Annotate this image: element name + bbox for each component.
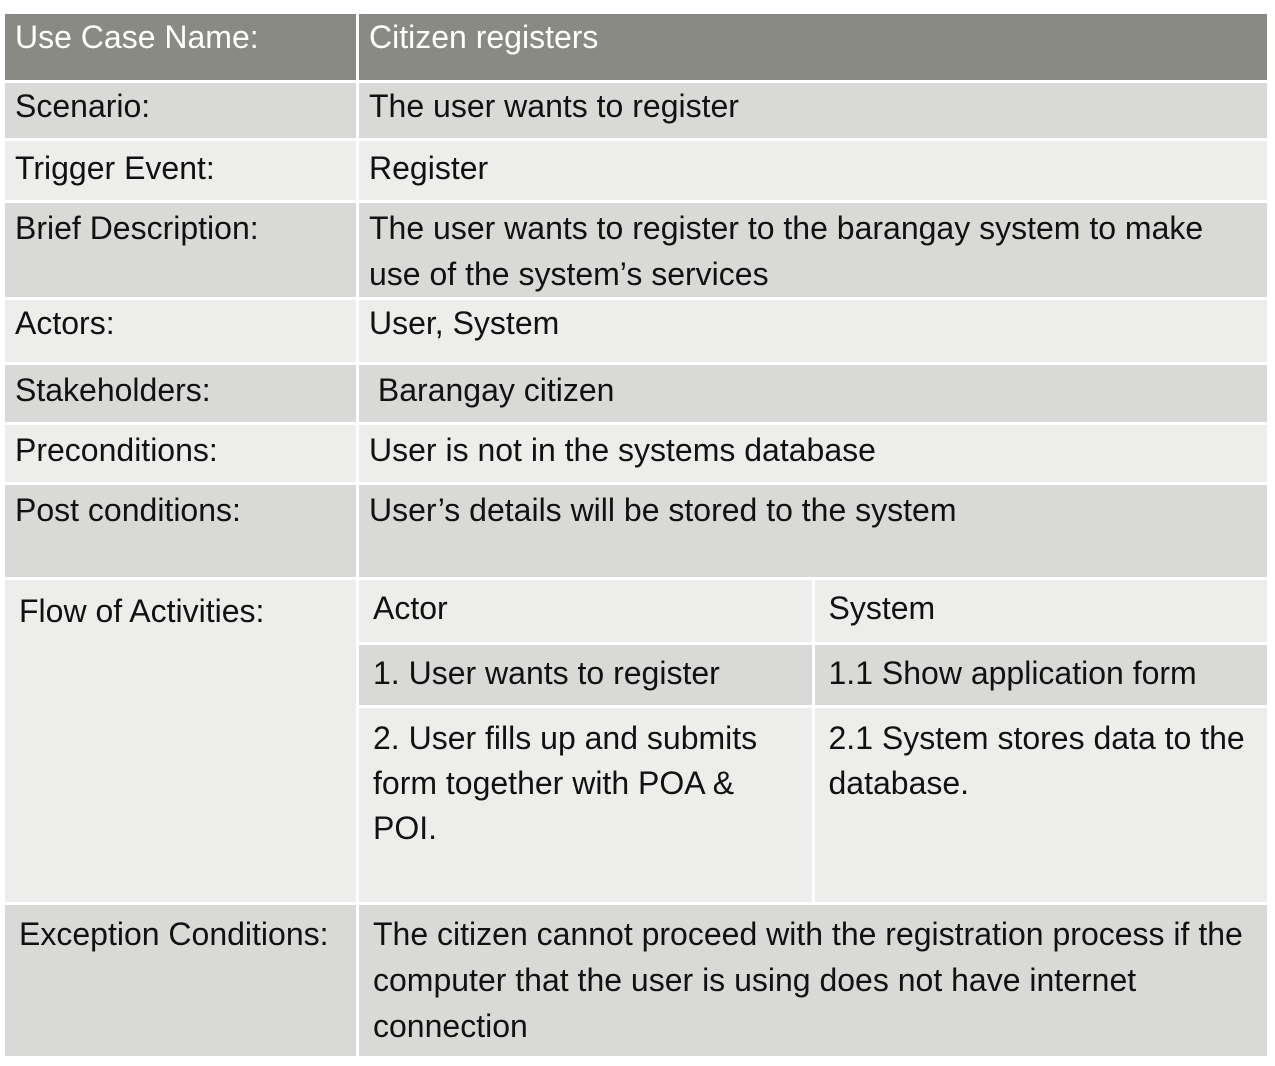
use-case-name-value: Citizen registers [356, 14, 1270, 83]
table-row: Preconditions: User is not in the system… [2, 422, 1270, 485]
use-case-table: Use Case Name: Citizen registers Scenari… [2, 14, 1270, 1059]
table-row: Scenario: The user wants to register [2, 80, 1270, 141]
flow-of-activities-cell: Actor System 1. User wants to register 1… [356, 577, 1270, 905]
flow-table: Actor System 1. User wants to register 1… [360, 581, 1266, 901]
table-row: Exception Conditions: The citizen cannot… [2, 902, 1270, 1059]
table-row: Stakeholders: Barangay citizen [2, 362, 1270, 425]
trigger-event-label: Trigger Event: [2, 138, 359, 203]
stakeholders-label: Stakeholders: [2, 362, 359, 425]
flow-step-actor: 1. User wants to register [360, 642, 815, 708]
flow-header-row: Actor System [360, 581, 1266, 645]
flow-column-system: System [811, 581, 1266, 645]
table-row: Trigger Event: Register [2, 138, 1270, 203]
preconditions-value: User is not in the systems database [356, 422, 1270, 485]
exception-conditions-label: Exception Conditions: [2, 902, 359, 1059]
actors-value: User, System [356, 297, 1270, 365]
table-row: Brief Description: The user wants to reg… [2, 200, 1270, 300]
table-row: Post conditions: User’s details will be … [2, 482, 1270, 580]
flow-step-row: 2. User fills up and submits form togeth… [360, 705, 1266, 901]
flow-step-system: 1.1 Show application form [811, 642, 1266, 708]
actors-label: Actors: [2, 297, 359, 365]
exception-conditions-value: The citizen cannot proceed with the regi… [356, 902, 1270, 1059]
header-row: Use Case Name: Citizen registers [2, 14, 1270, 83]
trigger-event-value: Register [356, 138, 1270, 203]
flow-column-actor: Actor [360, 581, 815, 645]
flow-row: Flow of Activities: Actor System 1. User… [2, 577, 1270, 905]
flow-of-activities-label: Flow of Activities: [2, 577, 359, 905]
scenario-label: Scenario: [2, 80, 359, 141]
flow-step-row: 1. User wants to register 1.1 Show appli… [360, 642, 1266, 708]
flow-step-system: 2.1 System stores data to the database. [811, 705, 1266, 901]
brief-description-value: The user wants to register to the barang… [356, 200, 1270, 300]
use-case-name-label: Use Case Name: [2, 14, 359, 83]
stakeholders-value: Barangay citizen [356, 362, 1270, 425]
post-conditions-value: User’s details will be stored to the sys… [356, 482, 1270, 580]
post-conditions-label: Post conditions: [2, 482, 359, 580]
brief-description-label: Brief Description: [2, 200, 359, 300]
flow-step-actor: 2. User fills up and submits form togeth… [360, 705, 815, 901]
preconditions-label: Preconditions: [2, 422, 359, 485]
table-row: Actors: User, System [2, 297, 1270, 365]
scenario-value: The user wants to register [356, 80, 1270, 141]
